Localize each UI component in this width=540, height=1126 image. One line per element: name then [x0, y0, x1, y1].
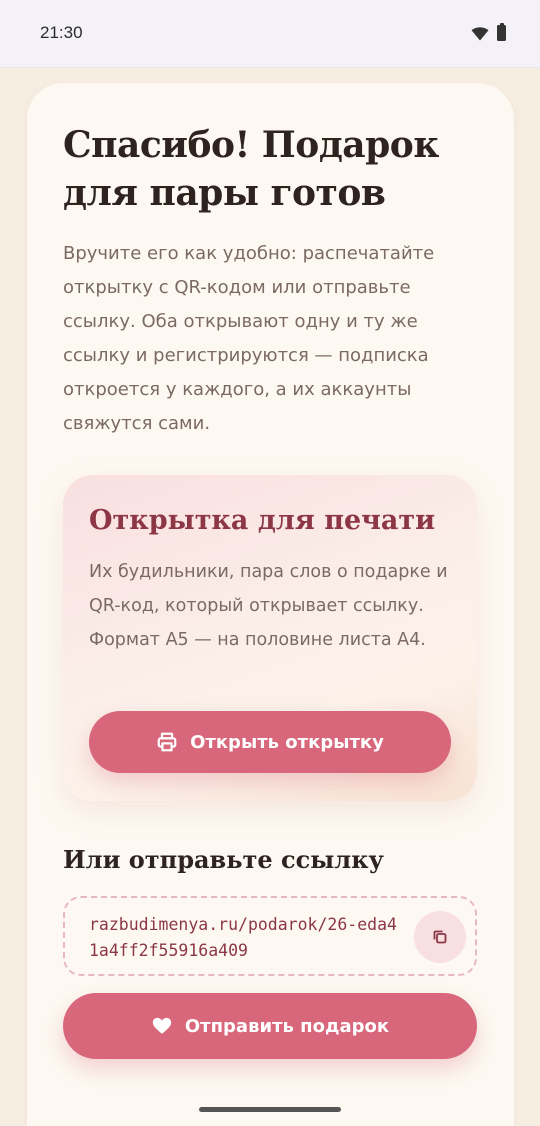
send-link-title: Или отправьте ссылку	[63, 845, 384, 874]
wifi-icon	[471, 26, 489, 40]
page-title: Спасибо! Подарок для пары готов	[63, 124, 439, 214]
battery-icon	[497, 23, 506, 41]
open-postcard-label: Открыть открытку	[190, 731, 384, 753]
gift-link-box: razbudimenya.ru/podarok/26-eda41a4ff2f55…	[63, 896, 477, 976]
open-postcard-button[interactable]: Открыть открытку	[89, 711, 451, 773]
gift-ready-card: Спасибо! Подарок для пары готов Вручите …	[27, 83, 514, 1126]
home-indicator[interactable]	[199, 1107, 341, 1112]
gift-link[interactable]: razbudimenya.ru/podarok/26-eda41a4ff2f55…	[89, 912, 399, 964]
printer-icon	[157, 732, 177, 752]
intro-text: Вручите его как удобно: распечатайте отк…	[63, 243, 435, 434]
status-time: 21:30	[40, 23, 83, 42]
status-icons	[471, 23, 506, 41]
print-card-title: Открытка для печати	[89, 505, 436, 536]
send-gift-button[interactable]: Отправить подарок	[63, 993, 477, 1059]
copy-icon	[433, 930, 447, 944]
send-gift-label: Отправить подарок	[184, 1015, 390, 1037]
print-card: Открытка для печати Их будильники, пара …	[63, 475, 477, 801]
status-bar: 21:30	[0, 0, 540, 68]
copy-link-button[interactable]	[414, 911, 466, 963]
print-card-description: Их будильники, пара слов о подарке и QR-…	[89, 562, 448, 650]
heart-icon	[152, 1017, 172, 1034]
